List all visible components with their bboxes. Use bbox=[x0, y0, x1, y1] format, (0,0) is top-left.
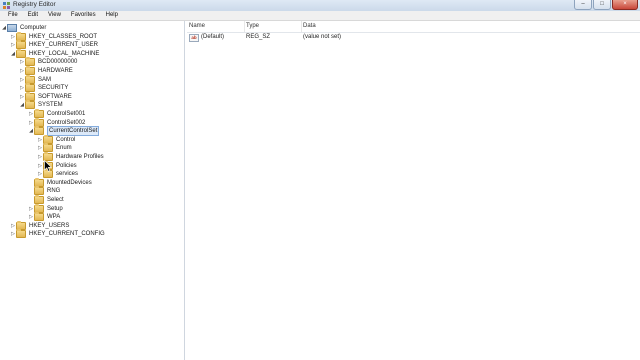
folder-icon bbox=[25, 66, 35, 75]
menu-bar: File Edit View Favorites Help bbox=[0, 11, 640, 21]
mouse-cursor-icon bbox=[44, 160, 52, 172]
tree-item[interactable]: ▷ ControlSet001 bbox=[28, 109, 86, 118]
menu-favorites[interactable]: Favorites bbox=[66, 11, 101, 20]
computer-icon bbox=[7, 24, 17, 32]
maximize-button[interactable]: □ bbox=[593, 0, 611, 10]
tree-item-label: SAM bbox=[38, 76, 52, 83]
tree-item[interactable]: ▷ SAM bbox=[19, 74, 52, 84]
tree-item[interactable]: Select bbox=[28, 195, 64, 204]
value-name-cell: ab (Default) bbox=[189, 33, 224, 42]
column-data-header[interactable]: Data bbox=[303, 21, 439, 32]
column-header: Name Type Data bbox=[187, 21, 640, 33]
window-controls: – □ × bbox=[573, 0, 638, 10]
folder-icon bbox=[34, 109, 44, 118]
tree-item-label: HKEY_CURRENT_CONFIG bbox=[29, 231, 105, 238]
tree-item-label: BCD00000000 bbox=[38, 59, 78, 66]
tree-item-label: CurrentControlSet bbox=[47, 126, 100, 137]
folder-icon bbox=[16, 229, 26, 239]
tree-item[interactable]: ▷ Control bbox=[37, 134, 76, 144]
tree-item-label: SECURITY bbox=[38, 85, 69, 92]
folder-icon bbox=[25, 100, 35, 110]
tree-item-label: HKEY_USERS bbox=[29, 222, 70, 229]
window-title: Registry Editor bbox=[13, 1, 56, 8]
folder-icon bbox=[34, 212, 44, 222]
tree-item[interactable]: ▷ WPA bbox=[28, 212, 61, 222]
tree-item-label: Setup bbox=[47, 205, 63, 212]
tree-item-label: MountedDevices bbox=[47, 179, 92, 186]
value-row[interactable]: ab (Default) REG_SZ (value not set) bbox=[187, 33, 640, 42]
menu-edit[interactable]: Edit bbox=[23, 11, 43, 20]
tree-item-label: Computer bbox=[20, 25, 47, 31]
minimize-button[interactable]: – bbox=[574, 0, 592, 10]
tree-item-label: Hardware Profiles bbox=[56, 154, 104, 160]
folder-icon bbox=[16, 40, 26, 50]
value-data: (value not set) bbox=[303, 34, 342, 40]
folder-icon bbox=[16, 48, 26, 58]
menu-help[interactable]: Help bbox=[101, 11, 123, 20]
value-type: REG_SZ bbox=[246, 34, 271, 40]
tree-item[interactable]: ◢ Computer bbox=[1, 24, 46, 32]
tree-item-label: HKEY_LOCAL_MACHINE bbox=[29, 50, 100, 57]
tree-item-label: SOFTWARE bbox=[38, 93, 72, 100]
tree-item[interactable]: ▷ Enum bbox=[37, 143, 72, 153]
column-name-header[interactable]: Name bbox=[189, 21, 245, 32]
tree-item-label: SYSTEM bbox=[38, 102, 63, 109]
folder-icon bbox=[34, 195, 44, 204]
tree-item[interactable]: ▷ HARDWARE bbox=[19, 66, 73, 75]
tree-item[interactable]: ▷ HKEY_CLASSES_ROOT bbox=[10, 31, 98, 41]
key-tree-pane[interactable]: ◢ Computer ▷ HKEY_CLASSES_ROOT ▷ HKEY_CURRENT… bbox=[0, 21, 185, 360]
string-value-icon: ab bbox=[189, 33, 199, 42]
registry-editor-icon bbox=[3, 2, 10, 9]
tree-item[interactable]: ▷ Setup bbox=[28, 203, 63, 213]
tree-item[interactable]: ◢ SYSTEM bbox=[19, 100, 63, 110]
menu-view[interactable]: View bbox=[43, 11, 66, 20]
tree-item-label: HARDWARE bbox=[38, 68, 73, 74]
tree-item-label: HKEY_CLASSES_ROOT bbox=[29, 33, 98, 40]
tree-item[interactable]: ▷ Policies bbox=[37, 160, 77, 170]
tree-item-label: ControlSet001 bbox=[47, 111, 86, 117]
tree-item-label: Control bbox=[56, 136, 76, 143]
tree-item[interactable]: RNG bbox=[28, 186, 61, 196]
folder-icon bbox=[34, 126, 44, 136]
tree-item-label: Policies bbox=[56, 162, 77, 169]
folder-icon bbox=[25, 83, 35, 93]
tree-item-label: Select bbox=[47, 197, 64, 203]
tree-item[interactable]: ▷ SECURITY bbox=[19, 83, 69, 93]
tree-item[interactable]: ▷ HKEY_CURRENT_CONFIG bbox=[10, 229, 105, 239]
tree-item-label: Enum bbox=[56, 145, 72, 152]
menu-file[interactable]: File bbox=[0, 11, 23, 20]
tree-item-label: HKEY_CURRENT_USER bbox=[29, 42, 99, 49]
value-name: (Default) bbox=[201, 34, 225, 40]
tree-item-label: services bbox=[56, 171, 79, 178]
close-button[interactable]: × bbox=[612, 0, 638, 10]
values-pane[interactable]: Name Type Data ab (Default) REG_SZ (valu… bbox=[187, 21, 640, 360]
column-type-header[interactable]: Type bbox=[246, 21, 302, 32]
tree-item[interactable]: ◢ HKEY_LOCAL_MACHINE bbox=[10, 48, 100, 58]
tree-item[interactable]: ▷ HKEY_CURRENT_USER bbox=[10, 40, 99, 50]
tree-item[interactable]: ◢ CurrentControlSet bbox=[28, 126, 100, 137]
tree-item-label: WPA bbox=[47, 214, 61, 221]
tree-item-label: RNG bbox=[47, 188, 61, 195]
